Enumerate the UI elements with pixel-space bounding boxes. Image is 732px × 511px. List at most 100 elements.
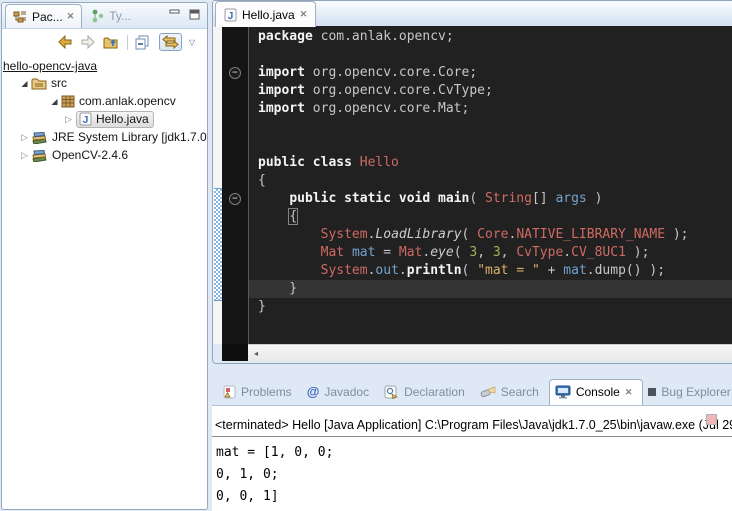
close-icon[interactable]: ✕ — [625, 387, 633, 398]
expanded-arrow-icon[interactable]: ◢ — [18, 79, 31, 88]
maximize-icon[interactable] — [189, 9, 201, 20]
tree-item-package[interactable]: ◢ com.anlak.opencv — [2, 92, 207, 110]
tree-item-hello-java[interactable]: ▷ J Hello.java — [2, 110, 207, 128]
declaration-icon — [384, 385, 399, 399]
code-line[interactable] — [258, 118, 732, 136]
code-token: , — [501, 245, 517, 260]
code-line[interactable]: } — [258, 298, 732, 316]
code-token: = — [375, 245, 398, 260]
javadoc-icon: @ — [307, 384, 320, 399]
collapsed-arrow-icon[interactable]: ▷ — [62, 114, 75, 125]
back-icon[interactable] — [57, 35, 73, 49]
code-token: ); — [665, 227, 688, 242]
tab-bug-explorer[interactable]: Bug Explorer — [643, 378, 732, 405]
code-token — [352, 155, 360, 170]
code-line[interactable] — [258, 136, 732, 154]
code-line[interactable]: import org.opencv.core.CvType; — [258, 82, 732, 100]
up-icon[interactable] — [103, 35, 120, 50]
console-output[interactable]: mat = [1, 0, 0; 0, 1, 0; 0, 0, 1] — [212, 437, 732, 508]
fold-collapse-icon[interactable]: − — [229, 193, 241, 205]
console-line: 0, 0, 1] — [216, 486, 732, 508]
code-token: public static void main — [289, 191, 469, 206]
code-token: ( — [469, 191, 485, 206]
tree-item-jre-library[interactable]: ▷ JRE System Library [jdk1.7.0 — [2, 128, 207, 146]
code-line[interactable]: Mat mat = Mat.eye( 3, 3, CvType.CV_8UC1 … — [258, 244, 732, 262]
code-token — [258, 227, 321, 242]
code-line[interactable]: { — [258, 208, 732, 226]
code-line[interactable]: public class Hello — [258, 154, 732, 172]
console-line: mat = [1, 0, 0; — [216, 442, 732, 464]
tab-bug-explorer-label: Bug Explorer — [661, 385, 730, 399]
range-indicator — [214, 188, 222, 301]
code-token: { — [258, 173, 266, 188]
package-explorer-icon — [13, 10, 28, 24]
tab-declaration[interactable]: Declaration — [379, 378, 475, 405]
code-token: org.opencv.core.Core; — [305, 65, 477, 80]
close-icon[interactable]: ✕ — [300, 9, 308, 20]
forward-icon[interactable] — [80, 35, 96, 49]
tab-console[interactable]: Console ✕ — [549, 379, 644, 406]
fold-gutter[interactable]: −− — [222, 26, 248, 344]
link-with-editor-button[interactable] — [159, 33, 182, 51]
tab-type-hierarchy[interactable]: Ty... — [82, 4, 140, 28]
tab-problems[interactable]: Problems — [216, 378, 302, 405]
tab-problems-label: Problems — [241, 385, 292, 399]
code-token: } — [258, 299, 266, 314]
code-line[interactable]: public static void main( String[] args ) — [258, 190, 732, 208]
fold-collapse-icon[interactable]: − — [229, 67, 241, 79]
code-token: org.opencv.core.CvType; — [305, 83, 493, 98]
code-token: , — [477, 245, 493, 260]
collapse-all-icon[interactable] — [135, 35, 152, 50]
collapsed-arrow-icon[interactable]: ▷ — [18, 132, 31, 143]
horizontal-scrollbar[interactable]: ◂ — [248, 344, 732, 361]
code-token: . — [399, 263, 407, 278]
code-line[interactable]: { — [258, 172, 732, 190]
code-line[interactable]: import org.opencv.core.Mat; — [258, 100, 732, 118]
terminate-button[interactable] — [706, 414, 717, 425]
code-lines[interactable]: package com.anlak.opencv; import org.open… — [249, 26, 732, 344]
expanded-arrow-icon[interactable]: ◢ — [48, 97, 61, 106]
code-line[interactable]: import org.opencv.core.Core; — [258, 64, 732, 82]
code-token: CvType — [516, 245, 563, 260]
code-line[interactable]: } — [249, 280, 732, 298]
scroll-corner — [222, 344, 248, 361]
toolbar-separator — [127, 35, 128, 50]
code-token: 3 — [493, 245, 501, 260]
code-token: ( — [454, 245, 470, 260]
code-token: import — [258, 65, 305, 80]
collapsed-arrow-icon[interactable]: ▷ — [18, 150, 31, 161]
tree-item-project[interactable]: hello-opencv-java — [2, 58, 207, 74]
code-token: mat — [563, 263, 586, 278]
code-line[interactable]: package com.anlak.opencv; — [258, 28, 732, 46]
tab-console-label: Console — [576, 385, 620, 399]
tree-item-label: com.anlak.opencv — [79, 94, 176, 108]
scroll-left-icon[interactable]: ◂ — [248, 349, 264, 358]
tab-search-label: Search — [501, 385, 539, 399]
tree-item-opencv-library[interactable]: ▷ OpenCV-2.4.6 — [2, 146, 207, 164]
code-token: . — [563, 245, 571, 260]
vertical-ruler[interactable] — [213, 26, 222, 344]
minimize-icon[interactable] — [169, 9, 181, 20]
package-explorer-toolbar: ▽ — [2, 29, 207, 55]
code-token: + — [540, 263, 563, 278]
bottom-tabbar: Problems @ Javadoc Declaration Search — [212, 378, 732, 405]
tab-hello-java[interactable]: J Hello.java ✕ — [215, 1, 316, 27]
type-hierarchy-icon — [91, 9, 105, 23]
code-token: public class — [258, 155, 352, 170]
code-token: "mat = " — [477, 263, 540, 278]
tree-item-label: JRE System Library [jdk1.7.0 — [52, 130, 207, 144]
tab-package-explorer[interactable]: Pac... ✕ — [5, 4, 82, 28]
code-line[interactable]: System.out.println( "mat = " + mat.dump(… — [258, 262, 732, 280]
code-line[interactable]: System.LoadLibrary( Core.NATIVE_LIBRARY_… — [258, 226, 732, 244]
code-line[interactable] — [258, 46, 732, 64]
view-menu-icon[interactable]: ▽ — [189, 38, 195, 47]
close-icon[interactable]: ✕ — [67, 11, 75, 22]
code-token: NATIVE_LIBRARY_NAME — [516, 227, 665, 242]
tab-package-explorer-label: Pac... — [32, 10, 63, 24]
editor-area: J Hello.java ✕ −− package com.anlak.open… — [212, 0, 732, 364]
code-token: CV_8UC1 — [571, 245, 626, 260]
tree-item-src[interactable]: ◢ src — [2, 74, 207, 92]
code-token: } — [258, 281, 297, 296]
tab-search[interactable]: Search — [475, 378, 549, 405]
tab-javadoc[interactable]: @ Javadoc — [302, 378, 379, 405]
